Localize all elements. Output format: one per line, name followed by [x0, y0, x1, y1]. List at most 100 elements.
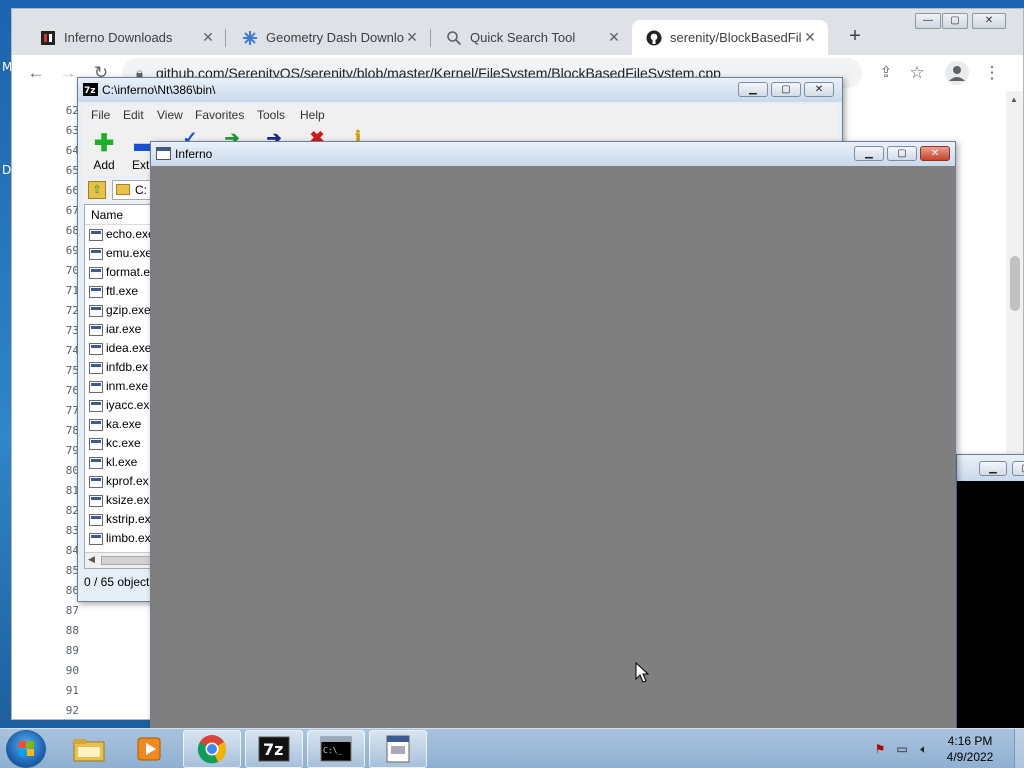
maximize-button[interactable]: ▢: [771, 82, 801, 97]
start-button[interactable]: [6, 730, 46, 768]
clock[interactable]: 4:16 PM 4/9/2022: [934, 733, 1006, 765]
tab-github-serenity[interactable]: serenity/BlockBasedFileSy ✕: [632, 20, 828, 55]
back-button[interactable]: ←: [24, 61, 48, 85]
scroll-left-icon[interactable]: ◀: [88, 554, 95, 565]
line-number[interactable]: 77: [39, 401, 79, 421]
show-desktop-button[interactable]: [1014, 729, 1024, 768]
bookmark-star-icon[interactable]: ☆: [905, 61, 929, 85]
scroll-thumb[interactable]: [1010, 256, 1020, 311]
tab-quick-search[interactable]: Quick Search Tool ✕: [432, 20, 632, 55]
line-number[interactable]: 87: [39, 601, 79, 621]
minimize-button[interactable]: ▁: [979, 461, 1007, 476]
up-folder-icon[interactable]: ⇧: [88, 181, 106, 199]
close-window-button[interactable]: ✕: [972, 13, 1006, 29]
file-explorer-icon[interactable]: [60, 730, 118, 768]
line-number[interactable]: 88: [39, 621, 79, 641]
line-number[interactable]: 74: [39, 341, 79, 361]
minimize-button[interactable]: ▁: [854, 146, 884, 161]
line-number[interactable]: 85: [39, 561, 79, 581]
line-number[interactable]: 84: [39, 541, 79, 561]
list-item[interactable]: kl.exe: [85, 453, 153, 472]
chrome-icon[interactable]: [183, 730, 241, 768]
scroll-up-icon[interactable]: ▲: [1010, 95, 1018, 104]
close-icon[interactable]: ✕: [404, 29, 420, 46]
list-item[interactable]: kc.exe: [85, 434, 153, 453]
line-number[interactable]: 64: [39, 141, 79, 161]
list-item[interactable]: idea.exe: [85, 339, 153, 358]
add-button[interactable]: ✚ Add: [84, 130, 124, 172]
list-item[interactable]: kprof.ex: [85, 472, 153, 491]
action-center-flag-icon[interactable]: ⚑: [872, 741, 888, 757]
line-number[interactable]: 89: [39, 641, 79, 661]
menu-edit[interactable]: Edit: [123, 108, 144, 122]
close-window-button[interactable]: ✕: [920, 146, 950, 161]
inferno-app-icon[interactable]: [369, 730, 427, 768]
list-item[interactable]: infdb.ex: [85, 358, 153, 377]
list-item[interactable]: format.e: [85, 263, 153, 282]
inferno-canvas[interactable]: [155, 167, 951, 730]
horizontal-scrollbar[interactable]: ◀: [85, 552, 153, 568]
line-number[interactable]: 78: [39, 421, 79, 441]
tab-inferno-downloads[interactable]: Inferno Downloads ✕: [26, 20, 226, 55]
line-number[interactable]: 83: [39, 521, 79, 541]
line-number[interactable]: 62: [39, 101, 79, 121]
menu-view[interactable]: View: [157, 108, 183, 122]
7zip-icon[interactable]: 7z: [245, 730, 303, 768]
list-item[interactable]: gzip.exe: [85, 301, 153, 320]
line-number[interactable]: 80: [39, 461, 79, 481]
list-item[interactable]: ka.exe: [85, 415, 153, 434]
line-number[interactable]: 86: [39, 581, 79, 601]
line-number[interactable]: 73: [39, 321, 79, 341]
line-number[interactable]: 71: [39, 281, 79, 301]
maximize-button[interactable]: ▢: [1012, 461, 1024, 476]
maximize-button[interactable]: ▢: [887, 146, 917, 161]
minimize-button[interactable]: ▁: [738, 82, 768, 97]
line-number[interactable]: 79: [39, 441, 79, 461]
line-number[interactable]: 72: [39, 301, 79, 321]
inferno-titlebar[interactable]: Inferno ▁ ▢ ✕: [151, 142, 955, 166]
profile-avatar-icon[interactable]: [945, 61, 969, 85]
close-window-button[interactable]: ✕: [804, 82, 834, 97]
menu-kebab-icon[interactable]: ⋮: [980, 61, 1004, 85]
close-icon[interactable]: ✕: [802, 29, 818, 46]
network-icon[interactable]: ▭: [894, 741, 910, 757]
media-player-icon[interactable]: [120, 730, 178, 768]
line-number[interactable]: 92: [39, 701, 79, 719]
list-item[interactable]: limbo.ex: [85, 529, 153, 548]
line-number[interactable]: 91: [39, 681, 79, 701]
list-item[interactable]: ksize.exe: [85, 491, 153, 510]
console-titlebar[interactable]: ▁ ▢: [957, 455, 1024, 481]
maximize-button[interactable]: ▢: [942, 13, 968, 29]
line-number[interactable]: 76: [39, 381, 79, 401]
list-item[interactable]: ftl.exe: [85, 282, 153, 301]
line-number[interactable]: 81: [39, 481, 79, 501]
minimize-button[interactable]: —: [915, 13, 941, 29]
line-number[interactable]: 90: [39, 661, 79, 681]
list-item[interactable]: iar.exe: [85, 320, 153, 339]
line-number[interactable]: 68: [39, 221, 79, 241]
list-item[interactable]: inm.exe: [85, 377, 153, 396]
menu-help[interactable]: Help: [300, 108, 325, 122]
list-item[interactable]: emu.exe: [85, 244, 153, 263]
list-item[interactable]: iyacc.exe: [85, 396, 153, 415]
7zip-titlebar[interactable]: 7z C:\inferno\Nt\386\bin\ ▁ ▢ ✕: [78, 78, 842, 102]
list-item[interactable]: echo.exe: [85, 225, 153, 244]
line-number[interactable]: 67: [39, 201, 79, 221]
column-header-name[interactable]: Name: [85, 205, 153, 225]
line-number[interactable]: 69: [39, 241, 79, 261]
menu-file[interactable]: File: [91, 108, 110, 122]
scroll-thumb[interactable]: [101, 556, 151, 565]
menu-favorites[interactable]: Favorites: [195, 108, 244, 122]
line-number[interactable]: 75: [39, 361, 79, 381]
share-icon[interactable]: ⇪: [874, 61, 898, 85]
line-number[interactable]: 63: [39, 121, 79, 141]
line-number[interactable]: 65: [39, 161, 79, 181]
close-icon[interactable]: ✕: [606, 29, 622, 46]
close-icon[interactable]: ✕: [200, 29, 216, 46]
list-item[interactable]: kstrip.ex: [85, 510, 153, 529]
line-number[interactable]: 70: [39, 261, 79, 281]
menu-tools[interactable]: Tools: [257, 108, 285, 122]
cmd-icon[interactable]: C:\_: [307, 730, 365, 768]
new-tab-button[interactable]: +: [844, 25, 866, 47]
desktop-icon-label[interactable]: D: [2, 163, 11, 177]
